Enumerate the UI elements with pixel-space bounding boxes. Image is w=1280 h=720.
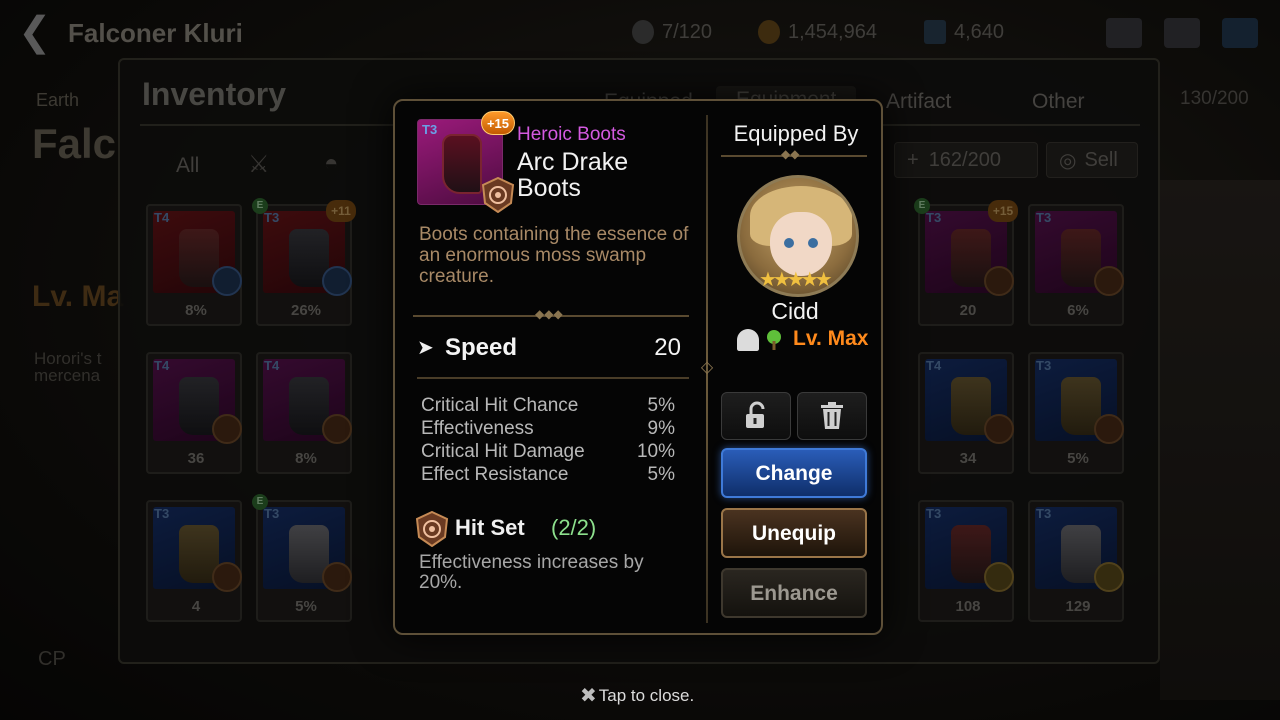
thief-class-icon (737, 329, 759, 351)
sub-stat-row: Critical Hit Chance 5% (421, 395, 675, 418)
speed-icon: ➤ (417, 337, 434, 359)
boots-icon (442, 134, 482, 194)
enhance-level-badge: +15 (481, 111, 515, 135)
ornament-gem-icon: ◆◆ (781, 147, 800, 161)
avatar-eye (808, 238, 818, 248)
hit-set-icon (415, 511, 449, 547)
sub-stat-label: Critical Hit Damage (421, 441, 585, 462)
stat-divider (417, 377, 689, 379)
sub-stat-label: Critical Hit Chance (421, 395, 579, 416)
sub-stat-label: Effect Resistance (421, 464, 569, 485)
item-name: Arc Drake Boots (517, 148, 629, 202)
close-icon: ✖ (580, 685, 597, 707)
set-count: (2/2) (551, 515, 597, 540)
tap-to-close[interactable]: ✖ Tap to close. (580, 683, 694, 708)
trash-icon (821, 402, 843, 429)
avatar-eye (784, 238, 794, 248)
divider-ornament-icon: ◇ (700, 359, 714, 376)
sub-stat-value: 5% (647, 395, 675, 416)
hit-set-icon (481, 177, 515, 213)
sub-stat-label: Effectiveness (421, 418, 534, 439)
item-description: Boots containing the essence of an enorm… (419, 224, 689, 287)
change-button[interactable]: Change (721, 448, 867, 498)
item-tier: T3 (422, 122, 438, 137)
main-stat-value: 20 (654, 334, 681, 361)
item-detail-modal: ◇ T3 +15 Heroic Boots Arc Drake Boots Bo… (393, 99, 883, 635)
tap-to-close-label: Tap to close. (598, 685, 695, 705)
main-stat-row: ➤ Speed 20 (417, 334, 681, 364)
item-rarity: Heroic Boots (517, 124, 626, 145)
equipped-by-title: Equipped By (733, 121, 859, 146)
set-bonus-row: Hit Set (2/2) (415, 511, 695, 547)
unlock-icon (746, 401, 765, 428)
sub-stat-row: Effect Resistance 5% (421, 464, 675, 487)
sub-stats-list: Critical Hit Chance 5% Effectiveness 9% … (421, 395, 675, 487)
enhance-button[interactable]: Enhance (721, 568, 867, 618)
sub-stat-value: 5% (647, 464, 675, 485)
sub-stat-row: Effectiveness 9% (421, 418, 675, 441)
main-stat-label: Speed (445, 334, 518, 361)
sub-stat-row: Critical Hit Damage 10% (421, 441, 675, 464)
character-level: Lv. Max (793, 327, 869, 350)
character-name: Cidd (771, 298, 819, 324)
character-meta: Lv. Max (737, 327, 873, 353)
set-description: Effectiveness increases by 20%. (419, 552, 644, 593)
unequip-button[interactable]: Unequip (721, 508, 867, 558)
set-name: Hit Set (455, 515, 525, 540)
lock-button[interactable] (721, 392, 791, 440)
ornament-gem-icon: ◆◆◆ (535, 307, 563, 321)
star-rating-icon: ★★★★★ (759, 269, 833, 291)
sub-stat-value: 10% (636, 441, 675, 462)
delete-button[interactable] (797, 392, 867, 440)
earth-element-icon (767, 330, 781, 350)
sub-stat-value: 9% (647, 418, 675, 439)
